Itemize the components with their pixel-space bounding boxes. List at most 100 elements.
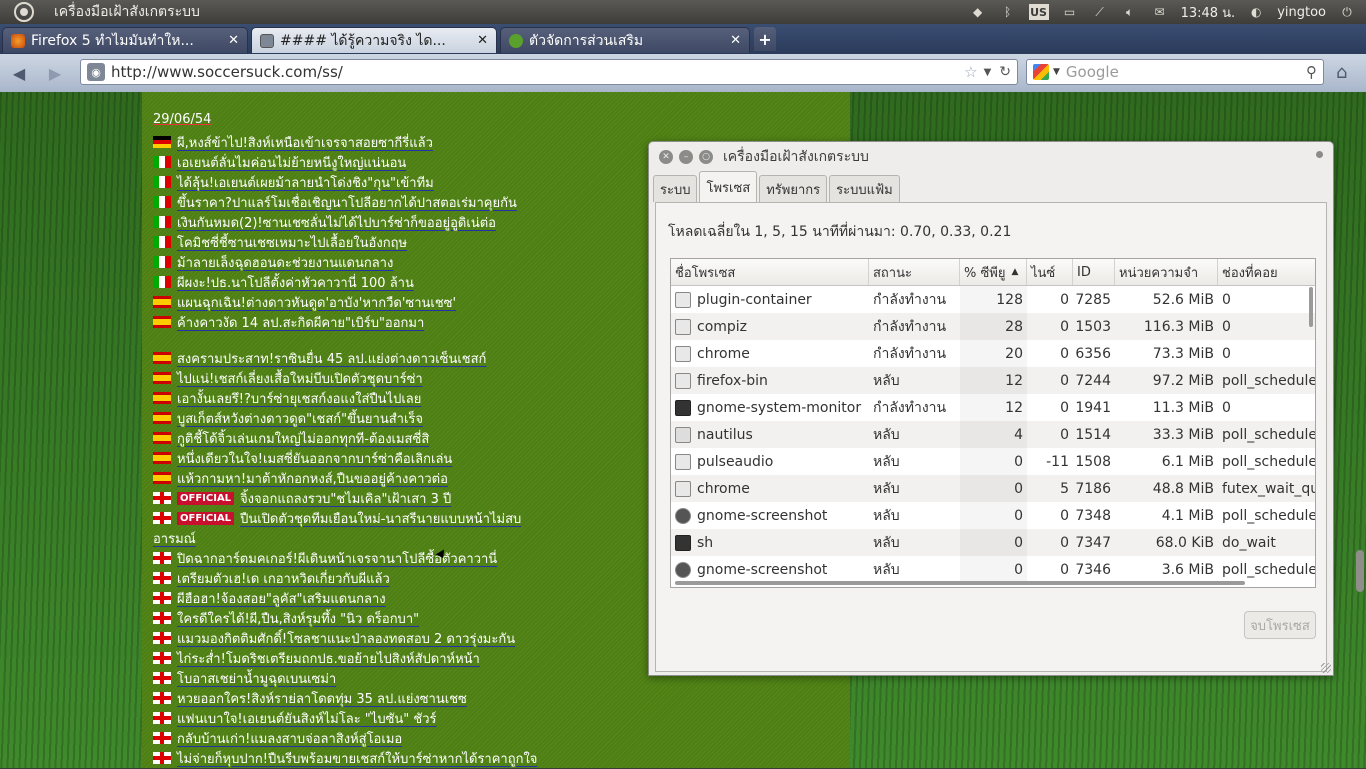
column-header-nice[interactable]: ไนซ์ bbox=[1027, 259, 1073, 285]
news-item[interactable]: ไม่จ่ายก็หุบปาก!ปืนรีบพร้อมขายเชสก์ให้บา… bbox=[153, 748, 537, 768]
news-link[interactable]: เอเยนต์ลั่นไมค่อนไม่ย้ายหนีงูใหญ่แน่นอน bbox=[177, 152, 406, 173]
news-item[interactable]: ขึ้นราคา?ปาแลร์โมเชื่อเชิญนาโปลีอยากได้ป… bbox=[153, 192, 517, 212]
clock[interactable]: 13:48 น. bbox=[1181, 2, 1236, 23]
process-row[interactable]: gnome-screenshot หลับ 0 0 7348 4.1 MiB poll_sc… bbox=[671, 502, 1315, 529]
window-titlebar[interactable]: ✕ – ○ เครื่องมือเฝ้าสังเกตระบบ bbox=[649, 142, 1333, 172]
close-tab-icon[interactable]: ✕ bbox=[730, 33, 741, 48]
process-row[interactable]: nautilus หลับ 4 0 1514 33.3 MiB poll_schedule bbox=[671, 421, 1315, 448]
news-link[interactable]: ปิดฉากอาร์ตมคเกอร์!ผีเดินหน้าเจรจานาโปลี… bbox=[177, 548, 497, 569]
news-item[interactable]: โบอาสเชย่าน้ำมูฉุดเบนเซม่า bbox=[153, 668, 336, 688]
process-row[interactable]: pulseaudio หลับ 0 -11 1508 6.1 MiB poll_schedu… bbox=[671, 448, 1315, 475]
column-header-memory[interactable]: หน่วยความจำ bbox=[1115, 259, 1218, 285]
tab-resources[interactable]: ทรัพยากร bbox=[759, 175, 828, 202]
network-icon[interactable]: ⟋ bbox=[1091, 4, 1109, 20]
news-link[interactable]: แมวมองกิตติมศักดิ์!โซลชาแนะป่าลองทดสอบ 2… bbox=[177, 628, 515, 649]
history-dropdown-icon[interactable]: ▼ bbox=[984, 67, 992, 78]
tab-addons-manager[interactable]: ตัวจัดการส่วนเสริม ✕ bbox=[500, 27, 750, 53]
bookmark-star-icon[interactable]: ☆ bbox=[964, 63, 977, 81]
news-link[interactable]: หนึ่งเดียวในใจ!เมสซี่ยันออกจากบาร์ซ่าคือ… bbox=[177, 448, 452, 469]
maximize-window-icon[interactable]: ○ bbox=[699, 150, 713, 164]
news-item[interactable]: ผีผงะ!ปธ.นาโปลีตั้งค่าหัวคาวานี่ 100 ล้า… bbox=[153, 272, 414, 292]
new-tab-button[interactable]: + bbox=[754, 27, 776, 51]
news-item[interactable]: แห้วกามหา!มาต้าหักอกหงส์,ปืนขออยู่ค้างคา… bbox=[153, 468, 448, 488]
news-link[interactable]: ไปแน่!เชสก์เลี่ยงเสื้อใหม่บีบเปิดตัวชุดบ… bbox=[177, 368, 423, 389]
news-link[interactable]: ไก่ระส่ำ!โมดริชเตรียมถกปธ.ขอย้ายไปสิงห์ส… bbox=[177, 648, 480, 669]
tab-processes[interactable]: โพรเซส bbox=[699, 171, 758, 202]
battery-icon[interactable]: ▭ bbox=[1061, 4, 1079, 20]
news-link[interactable]: ใครดีใครได้!ผี,ปืน,สิงห์รุมทึ้ง "นิว ดร็… bbox=[177, 608, 419, 629]
news-link[interactable]: ม้าลายเล็งฉุดฮอนดะช่วยงานแดนกลาง bbox=[177, 252, 393, 273]
mail-icon[interactable]: ✉ bbox=[1151, 4, 1169, 20]
news-item[interactable]: ม้าลายเล็งฉุดฮอนดะช่วยงานแดนกลาง bbox=[153, 252, 393, 272]
news-item[interactable]: ไก่ระส่ำ!โมดริชเตรียมถกปธ.ขอย้ายไปสิงห์ส… bbox=[153, 648, 480, 668]
news-link[interactable]: ผีฮือฮา!จ้องสอย"ลูคัส"เสริมแดนกลาง bbox=[177, 588, 386, 609]
dropbox-icon[interactable]: ◆ bbox=[969, 4, 987, 20]
news-item[interactable]: กลับบ้านเก่า!แมลงสาบจ่อลาสิงห์สู่โอเมอ bbox=[153, 728, 402, 748]
process-row[interactable]: sh หลับ 0 0 7347 68.0 KiB do_wait bbox=[671, 529, 1315, 556]
news-link[interactable]: แฟนเบาใจ!เอเยนต์ยันสิงห์ไม่โละ "ไบซัน" ช… bbox=[177, 708, 437, 729]
volume-icon[interactable]: 🔈︎ bbox=[1121, 4, 1139, 20]
news-item[interactable]: โคมิชซี่ชี้ซานเชซเหมาะไปเลื้อยในอังกฤษ bbox=[153, 232, 407, 252]
news-item[interactable]: แฟนเบาใจ!เอเยนต์ยันสิงห์ไม่โละ "ไบซัน" ช… bbox=[153, 708, 437, 728]
keyboard-layout-indicator[interactable]: US bbox=[1028, 4, 1049, 20]
news-item[interactable]: ได้ลุ้น!เอเยนต์เผยม้าลายนำโด่งชิง"กุน"เข… bbox=[153, 172, 434, 192]
news-link[interactable]: จิ้งจอกแถลงรวบ"ชไมเคิล"เฝ้าเสา 3 ปี bbox=[240, 488, 451, 509]
news-item[interactable]: ปิดฉากอาร์ตมคเกอร์!ผีเดินหน้าเจรจานาโปลี… bbox=[153, 548, 497, 568]
news-item[interactable]: หนึ่งเดียวในใจ!เมสซี่ยันออกจากบาร์ซ่าคือ… bbox=[153, 448, 452, 468]
news-link[interactable]: เอางั้นเลยรึ!?บาร์ซ่ายุเชสก์งอแงใส่ปืนไป… bbox=[177, 388, 421, 409]
news-item[interactable]: หวยออกใคร!สิงห์ราย่ลาโดดทุ่ม 35 ลป.แย่งซ… bbox=[153, 688, 467, 708]
news-item[interactable]: ไปแน่!เชสก์เลี่ยงเสื้อใหม่บีบเปิดตัวชุดบ… bbox=[153, 368, 423, 388]
tab-system[interactable]: ระบบ bbox=[653, 175, 698, 202]
news-item[interactable]: OFFICIAL จิ้งจอกแถลงรวบ"ชไมเคิล"เฝ้าเสา 3… bbox=[153, 488, 451, 508]
column-header-cpu[interactable]: % ซีพียู ▲ bbox=[960, 259, 1027, 285]
news-link[interactable]: หวยออกใคร!สิงห์ราย่ลาโดดทุ่ม 35 ลป.แย่งซ… bbox=[177, 688, 467, 709]
process-row[interactable]: gnome-system-monitor กำลังทำงาน 12 0 1941 11.… bbox=[671, 394, 1315, 421]
close-window-icon[interactable]: ✕ bbox=[659, 150, 673, 164]
minimize-window-icon[interactable]: – bbox=[679, 150, 693, 164]
close-tab-icon[interactable]: ✕ bbox=[477, 33, 488, 48]
news-link[interactable]: บูสเก็ตส์หวังต่างดาวดูด"เชสก์"ขึ้นยานสำเ… bbox=[177, 408, 423, 429]
google-icon[interactable] bbox=[1033, 64, 1049, 80]
news-link[interactable]: ผี,หงส์ข้าไป!สิงห์เหนือเข้าเจรจาสอยซากีร… bbox=[177, 132, 433, 153]
news-item[interactable]: แผนฉุกเฉิน!ต่างดาวหันดูด'อาบัง'หากวืด'ซา… bbox=[153, 292, 456, 312]
search-input[interactable]: Google bbox=[1066, 63, 1306, 81]
process-row[interactable]: compiz กำลังทำงาน 28 0 1503 116.3 MiB 0 bbox=[671, 313, 1315, 340]
news-link[interactable]: แผนฉุกเฉิน!ต่างดาวหันดูด'อาบัง'หากวืด'ซา… bbox=[177, 292, 456, 313]
news-item[interactable]: ผี,หงส์ข้าไป!สิงห์เหนือเข้าเจรจาสอยซากีร… bbox=[153, 132, 433, 152]
tab-firefox-5[interactable]: Firefox 5 ทำไมมันทำให... ✕ bbox=[2, 27, 248, 53]
ubuntu-logo-icon[interactable] bbox=[14, 2, 34, 22]
news-link[interactable]: โบอาสเชย่าน้ำมูฉุดเบนเซม่า bbox=[177, 668, 336, 689]
news-link[interactable]: เตรียมตัวเฮ!เด เกอาหวิดเกี่ยวกับผีแล้ว bbox=[177, 568, 390, 589]
news-link[interactable]: กลับบ้านเก่า!แมลงสาบจ่อลาสิงห์สู่โอเมอ bbox=[177, 728, 402, 749]
news-link[interactable]: เงินกันหมด(2)!ซานเชซลั่นไม่ได้ไปบาร์ซ่าก… bbox=[177, 212, 496, 233]
close-tab-icon[interactable]: ✕ bbox=[228, 33, 239, 48]
search-icon[interactable]: ⚲ bbox=[1306, 63, 1317, 81]
news-item[interactable]: สงครามประสาท!ราซินยื่น 45 ลป.แย่งต่างดาว… bbox=[153, 348, 486, 368]
news-item[interactable]: ใครดีใครได้!ผี,ปืน,สิงห์รุมทึ้ง "นิว ดร็… bbox=[153, 608, 419, 628]
news-link[interactable]: กูติชี้โด้จิ้วเล่นเกมใหญ่ไม่ออกทุกที-ต้อ… bbox=[177, 428, 429, 449]
news-item[interactable]: เอเยนต์ลั่นไมค่อนไม่ย้ายหนีงูใหญ่แน่นอน bbox=[153, 152, 406, 172]
bluetooth-icon[interactable]: ᛒ bbox=[999, 4, 1017, 20]
search-bar[interactable]: ▼ Google ⚲ bbox=[1026, 59, 1324, 85]
news-item[interactable]: ค้างคาวงัด 14 ลป.สะกิดผีคาย"เบิร์บ"ออกมา bbox=[153, 312, 424, 332]
forward-arrow-icon[interactable]: ▶ bbox=[44, 62, 66, 84]
process-row[interactable]: firefox-bin หลับ 12 0 7244 97.2 MiB poll_sched… bbox=[671, 367, 1315, 394]
news-item[interactable]: บูสเก็ตส์หวังต่างดาวดูด"เชสก์"ขึ้นยานสำเ… bbox=[153, 408, 423, 428]
page-scrollbar[interactable] bbox=[1356, 550, 1364, 592]
news-link[interactable]: ปืนเปิดตัวชุดทีมเยือนใหม่-นาสรีนายแบบหน้… bbox=[240, 508, 521, 529]
news-item[interactable]: กูติชี้โด้จิ้วเล่นเกมใหญ่ไม่ออกทุกที-ต้อ… bbox=[153, 428, 429, 448]
news-item[interactable]: OFFICIAL ปืนเปิดตัวชุดทีมเยือนใหม่-นาสรีน… bbox=[153, 508, 521, 528]
news-link[interactable]: ค้างคาวงัด 14 ลป.สะกิดผีคาย"เบิร์บ"ออกมา bbox=[177, 312, 424, 333]
url-text[interactable]: http://www.soccersuck.com/ss/ bbox=[111, 63, 964, 81]
column-header-name[interactable]: ชื่อโพรเซส bbox=[671, 259, 869, 285]
news-item[interactable]: เอางั้นเลยรึ!?บาร์ซ่ายุเชสก์งอแงใส่ปืนไป… bbox=[153, 388, 421, 408]
resize-grip[interactable] bbox=[1321, 663, 1331, 673]
url-bar[interactable]: ◉ http://www.soccersuck.com/ss/ ☆ ▼ ↻ bbox=[80, 59, 1018, 85]
column-header-status[interactable]: สถานะ bbox=[869, 259, 960, 285]
news-item[interactable]: อารมณ์ bbox=[153, 528, 196, 548]
window-menu-icon[interactable] bbox=[1316, 151, 1323, 158]
table-vertical-scrollbar[interactable] bbox=[1309, 287, 1313, 327]
username[interactable]: yingtoo bbox=[1277, 5, 1326, 20]
process-row[interactable]: chrome หลับ 0 5 7186 48.8 MiB futex_wait_qu bbox=[671, 475, 1315, 502]
column-header-id[interactable]: ID bbox=[1073, 259, 1115, 285]
